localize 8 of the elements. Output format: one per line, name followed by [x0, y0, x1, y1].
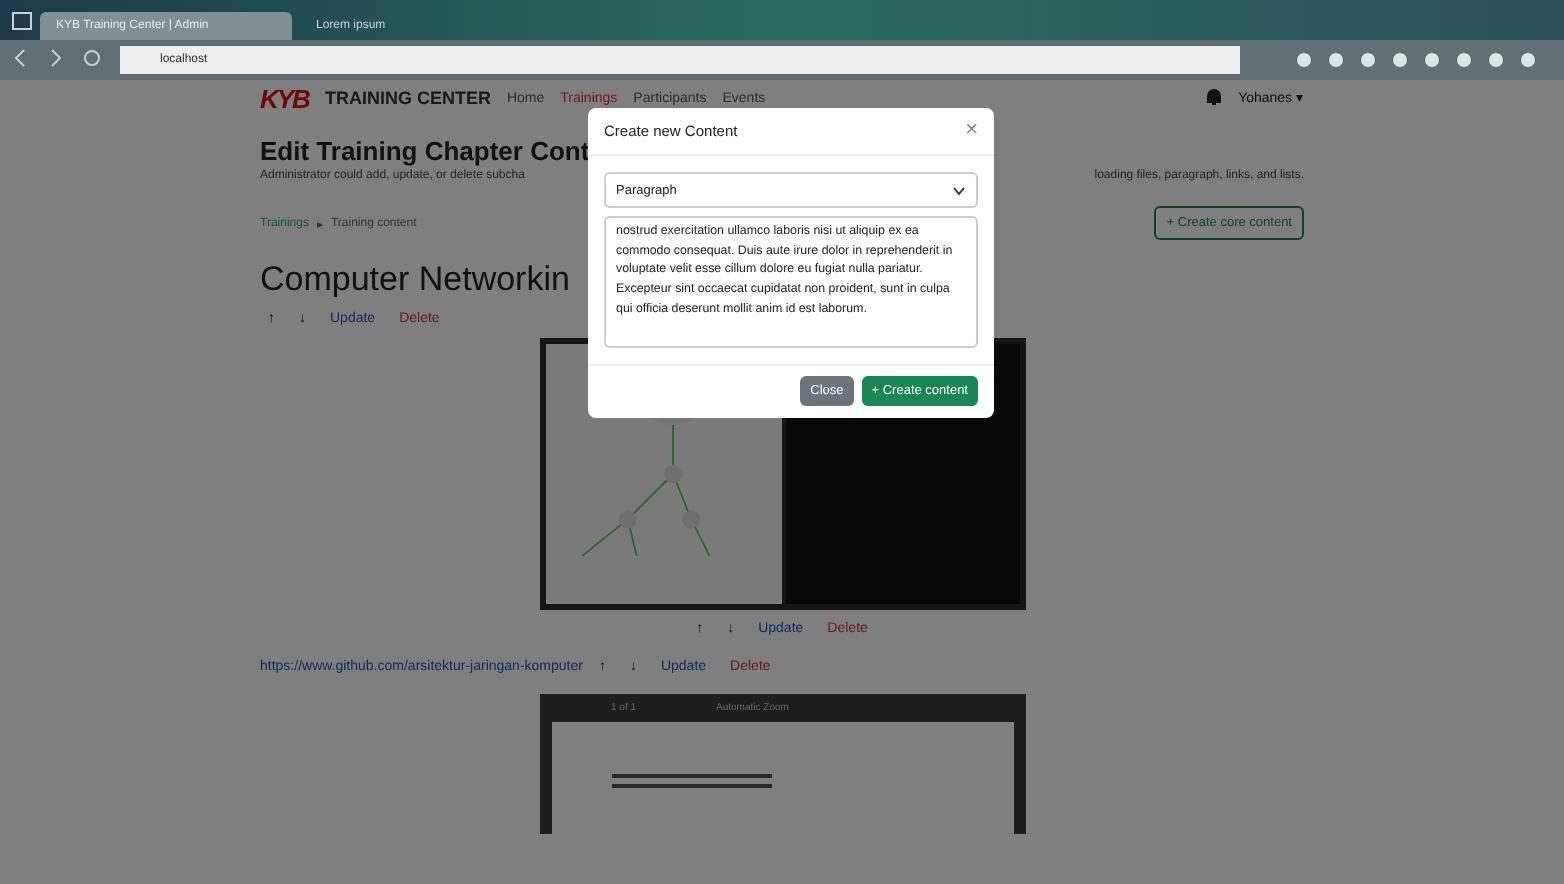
chevron-down-icon — [952, 185, 966, 195]
brand-name[interactable]: TRAINING CENTER — [324, 88, 491, 108]
bell-icon[interactable] — [1206, 87, 1223, 109]
tab-list-icon[interactable] — [12, 12, 32, 30]
page-title: Edit Training Chapter Cont — [260, 136, 590, 166]
close-button[interactable]: × — [965, 120, 978, 142]
brand-logo[interactable]: KYB — [260, 83, 309, 113]
chapter-title: Computer Networkin — [260, 260, 570, 300]
